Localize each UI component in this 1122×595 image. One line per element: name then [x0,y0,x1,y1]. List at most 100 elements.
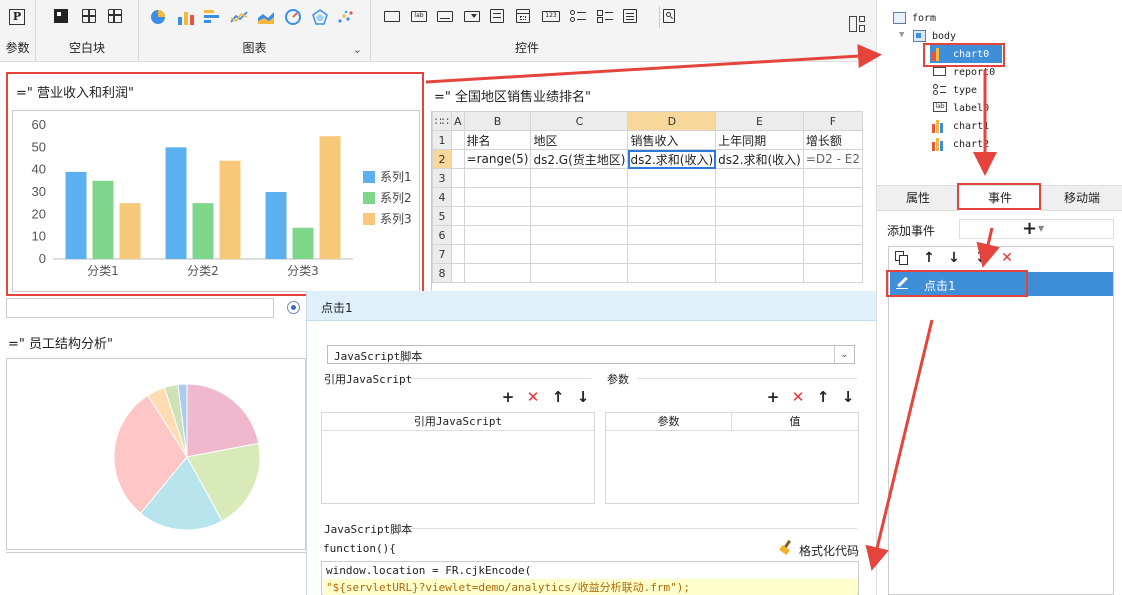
column-header[interactable]: F [802,111,863,131]
grid-cell[interactable] [451,130,465,150]
widget-placeholder[interactable] [6,298,274,318]
grid-cell[interactable]: 地区 [530,130,629,150]
report-table[interactable]: ∷∷ A B C D E F 1 排名 地区 销售收入 上年同期 增长额 2 =range(5) ds2.G(… [432,111,863,283]
column-header[interactable]: D [627,111,717,131]
scatter-chart-icon[interactable] [337,9,355,25]
row-header[interactable]: 8 [432,263,452,283]
broom-icon[interactable] [779,539,795,556]
grid-cell[interactable] [627,168,717,188]
checkbox-group-icon[interactable] [597,9,615,25]
delete-js-button[interactable]: ✕ [525,389,541,405]
grid-cell[interactable] [530,263,629,283]
grid-cell[interactable] [463,263,532,283]
grid-cell[interactable] [627,206,717,226]
button-widget-icon[interactable] [384,11,400,22]
tree-item-body[interactable]: body [932,31,956,42]
bar-chart-icon[interactable] [177,9,195,25]
line-chart-icon[interactable] [230,9,248,25]
tree-item-report0[interactable]: report0 [953,67,995,78]
grid-cell[interactable] [715,187,804,207]
tree-item-form[interactable]: form [912,13,936,24]
report-grid[interactable]: ∷∷ A B C D E F 1 排名 地区 销售收入 上年同期 增长额 2 =range(5) ds2.G(… [431,111,863,296]
grid-cell[interactable] [715,168,804,188]
param-table[interactable]: 参数 值 [605,412,859,504]
grid-cell[interactable] [627,263,717,283]
delete-icon[interactable]: ✕ [999,250,1015,266]
grid-cell[interactable] [451,168,465,188]
area-chart-icon[interactable] [257,9,275,25]
radio-group-icon[interactable] [570,9,588,25]
grid-cell[interactable]: =range(5) [463,149,532,169]
row-header[interactable]: 4 [432,187,452,207]
grid-cell[interactable]: ds2.求和(收入) [627,149,717,169]
grid-cell[interactable] [530,168,629,188]
date-widget-icon[interactable] [516,9,530,23]
param-down-button[interactable]: ↓ [840,389,856,405]
grid-cell[interactable] [451,149,465,169]
search-widget-icon[interactable] [663,9,675,23]
tree-expand-icon[interactable]: ▼ [899,30,904,40]
column-header[interactable]: C [530,111,629,131]
grid-cell[interactable] [451,225,465,245]
row-header[interactable]: 3 [432,168,452,188]
tree-widget-icon[interactable] [490,9,504,23]
radar-chart-icon[interactable] [311,9,329,25]
grid-cell[interactable] [451,244,465,264]
list-widget-icon[interactable] [623,9,637,23]
grid-cell[interactable] [715,206,804,226]
grid-cell[interactable] [530,225,629,245]
tree-item-chart2[interactable]: chart2 [953,139,989,150]
add-param-button[interactable]: + [765,389,781,405]
move-down-button[interactable]: ↓ [575,389,591,405]
grid-cell[interactable] [463,244,532,264]
number-widget-icon[interactable]: 123 [542,11,560,22]
code-editor[interactable]: window.location = FR.cjkEncode( "${servl… [321,561,859,595]
grid-cell[interactable]: =D2 - E2 [802,149,863,169]
grid-cell[interactable]: 排名 [463,130,532,150]
row-header[interactable]: 2 [432,149,452,169]
grid-cell[interactable] [451,263,465,283]
grid-cell[interactable] [627,244,717,264]
grid-cell[interactable] [530,187,629,207]
move-up-button[interactable]: ↑ [550,389,566,405]
combo-widget-icon[interactable] [464,11,480,22]
grid-cell[interactable] [530,244,629,264]
move-down-icon[interactable]: ↓ [946,250,962,266]
row-header[interactable]: 7 [432,244,452,264]
grid-cell[interactable]: 上年同期 [715,130,804,150]
absolute-block-icon[interactable] [54,9,72,25]
tab-mobile[interactable]: 移动端 [1041,186,1122,211]
param-up-button[interactable]: ↑ [815,389,831,405]
grid-cell[interactable] [463,206,532,226]
row-header[interactable]: 1 [432,130,452,150]
move-up-icon[interactable]: ↑ [921,250,937,266]
tab-properties[interactable]: 属性 [877,186,959,211]
event-list[interactable]: ↑ ↓ ↧ ✕ 点击1 [888,246,1114,595]
layout-icon[interactable] [849,16,857,32]
move-bottom-icon[interactable]: ↧ [973,250,989,266]
ref-js-table[interactable]: 引用JavaScript [321,412,595,504]
grid-cell[interactable] [627,187,717,207]
tab-block-icon[interactable] [82,9,96,23]
row-header[interactable]: 5 [432,206,452,226]
chevron-down-icon[interactable]: ⌄ [353,43,362,56]
tree-item-type[interactable]: type [953,85,977,96]
label-widget-icon[interactable]: lab [411,11,427,22]
grid-cell[interactable] [802,168,863,188]
tree-item-chart1[interactable]: chart1 [953,121,989,132]
hbar-chart-icon[interactable] [203,9,221,25]
grid-corner[interactable]: ∷∷ [432,111,452,131]
grid-cell[interactable] [463,168,532,188]
chevron-down-icon[interactable]: ▼ [1038,224,1044,233]
grid-cell[interactable] [451,187,465,207]
grid-cell[interactable] [715,244,804,264]
grid-cell[interactable]: ds2.求和(收入) [715,149,804,169]
script-type-select[interactable]: JavaScript脚本 ⌄ [327,345,855,364]
grid-cell[interactable] [530,206,629,226]
grid-cell[interactable] [463,187,532,207]
grid-cell[interactable] [802,187,863,207]
grid-block-icon[interactable] [108,9,122,23]
radio-button[interactable] [287,301,300,314]
grid-cell[interactable] [802,225,863,245]
gauge-chart-icon[interactable] [284,9,302,25]
